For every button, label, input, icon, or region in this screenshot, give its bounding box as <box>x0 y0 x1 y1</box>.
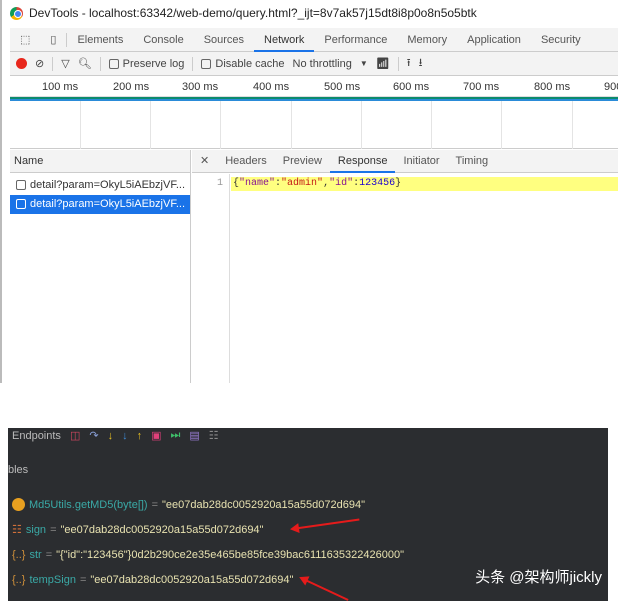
tab-response[interactable]: Response <box>329 150 396 173</box>
tick-label: 700 ms <box>463 81 500 93</box>
mute-breakpoints-icon[interactable]: ◫ <box>70 429 80 442</box>
network-toolbar: ⊘ ▽ 🔍︎ Preserve log Disable cache No thro… <box>10 52 618 76</box>
divider <box>52 56 54 71</box>
watermark: 头条 @架构师jickly <box>475 569 602 586</box>
tick-label: 900 <box>604 81 618 93</box>
tab-preview[interactable]: Preview <box>275 150 330 173</box>
arrow-annotation <box>291 518 360 530</box>
drop-frame-icon[interactable]: ▣ <box>151 429 161 442</box>
endpoints-label[interactable]: Endpoints <box>12 430 61 442</box>
tab-network[interactable]: Network <box>254 28 315 52</box>
request-row[interactable]: detail?param=OkyL5iAEbzjVF... <box>10 176 190 195</box>
tab-elements[interactable]: Elements <box>67 28 133 52</box>
variables-header: bles <box>8 464 29 476</box>
waterfall-overview[interactable] <box>10 101 618 149</box>
request-name: detail?param=OkyL5iAEbzjVF... <box>30 198 185 210</box>
disable-cache-checkbox[interactable]: Disable cache <box>201 57 285 70</box>
throttling-select[interactable]: No throttling <box>293 58 352 70</box>
preserve-log-label: Preserve log <box>122 57 185 70</box>
tick-label: 300 ms <box>182 81 219 93</box>
variable-row[interactable]: Md5Utils.getMD5(byte[]) = "ee07dab28dc0052… <box>12 498 365 511</box>
devtools-window: DevTools - localhost:63342/web-demo/quer… <box>0 0 618 383</box>
dropdown-arrow-icon[interactable]: ▼ <box>360 59 368 68</box>
variable-row[interactable]: {..} str = "{"id":"123456"}0d2b290ce2e35e46… <box>12 549 404 561</box>
export-har-icon[interactable]: ⭳ <box>419 54 423 73</box>
step-over-icon[interactable]: ↷ <box>89 429 98 442</box>
step-into-icon[interactable]: ↓ <box>108 430 114 442</box>
tick-label: 600 ms <box>393 81 430 93</box>
variable-row[interactable]: ☷ sign = "ee07dab28dc0052920a15a55d072d694" <box>12 523 263 537</box>
step-out-icon[interactable]: ↑ <box>137 430 143 442</box>
tick-label: 200 ms <box>113 81 150 93</box>
tab-performance[interactable]: Performance <box>314 28 397 52</box>
request-name: detail?param=OkyL5iAEbzjVF... <box>30 179 185 191</box>
tab-console[interactable]: Console <box>133 28 193 52</box>
response-body[interactable]: {"name":"admin","id":123456} <box>231 177 618 191</box>
line-number: 1 <box>216 178 223 189</box>
request-row-selected[interactable]: detail?param=OkyL5iAEbzjVF... <box>10 195 190 214</box>
record-icon[interactable] <box>16 58 27 69</box>
tab-timing[interactable]: Timing <box>448 150 497 173</box>
title-bar: DevTools - localhost:63342/web-demo/quer… <box>10 4 477 22</box>
close-icon[interactable]: ✕ <box>192 150 217 173</box>
force-step-into-icon[interactable]: ↓ <box>122 430 128 442</box>
filter-icon[interactable]: ▽ <box>61 57 69 70</box>
divider <box>99 56 101 71</box>
debugger-toolbar: Endpoints ◫ ↷ ↓ ↓ ↑ ▣ ⏭ ▤ ☷ <box>12 429 219 442</box>
tab-security[interactable]: Security <box>531 28 591 52</box>
method-icon <box>12 498 25 511</box>
request-list: Name detail?param=OkyL5iAEbzjVF... detai… <box>10 150 191 383</box>
divider <box>192 56 194 71</box>
tab-application[interactable]: Application <box>457 28 531 52</box>
inspect-icon[interactable]: ⬚ <box>10 28 40 52</box>
line-numbers: 1 <box>192 174 230 383</box>
tick-label: 500 ms <box>324 81 361 93</box>
import-har-icon[interactable]: ⭱ <box>407 54 411 73</box>
search-icon[interactable]: 🔍︎ <box>78 57 92 70</box>
field-icon: ☷ <box>12 524 22 536</box>
file-icon <box>16 180 26 191</box>
preserve-log-checkbox[interactable]: Preserve log <box>108 57 185 70</box>
disable-cache-label: Disable cache <box>215 57 285 70</box>
tab-memory[interactable]: Memory <box>397 28 457 52</box>
device-toggle-icon[interactable]: ▯ <box>40 28 66 52</box>
debugger-panel: Endpoints ◫ ↷ ↓ ↓ ↑ ▣ ⏭ ▤ ☷ bles Md5Util… <box>8 428 608 601</box>
tab-sources[interactable]: Sources <box>194 28 254 52</box>
variable-row[interactable]: {..} tempSign = "ee07dab28dc0052920a15a55d0… <box>12 574 293 586</box>
network-conditions-icon[interactable]: 📶︎ <box>376 57 390 70</box>
run-to-cursor-icon[interactable]: ⏭ <box>170 429 180 442</box>
tab-initiator[interactable]: Initiator <box>395 150 447 173</box>
divider <box>397 56 399 71</box>
arrow-annotation <box>300 577 349 601</box>
timeline-ruler: 100 ms 200 ms 300 ms 400 ms 500 ms 600 m… <box>10 77 618 97</box>
object-icon: {..} <box>12 549 26 561</box>
panel-tabs: ⬚ ▯ Elements Console Sources Network Perf… <box>10 28 618 52</box>
clear-icon[interactable]: ⊘ <box>35 57 44 70</box>
window-title: DevTools - localhost:63342/web-demo/quer… <box>29 6 477 20</box>
tick-label: 100 ms <box>42 81 79 93</box>
chrome-icon <box>10 6 23 20</box>
name-column-header[interactable]: Name <box>10 150 190 173</box>
evaluate-icon[interactable]: ▤ <box>189 429 199 442</box>
detail-tabs: ✕ Headers Preview Response Initiator Tim… <box>192 150 618 173</box>
object-icon: {..} <box>12 574 26 586</box>
file-icon <box>16 199 26 210</box>
tab-headers[interactable]: Headers <box>217 150 275 173</box>
tick-label: 800 ms <box>534 81 571 93</box>
settings-icon[interactable]: ☷ <box>209 429 219 442</box>
tick-label: 400 ms <box>253 81 290 93</box>
